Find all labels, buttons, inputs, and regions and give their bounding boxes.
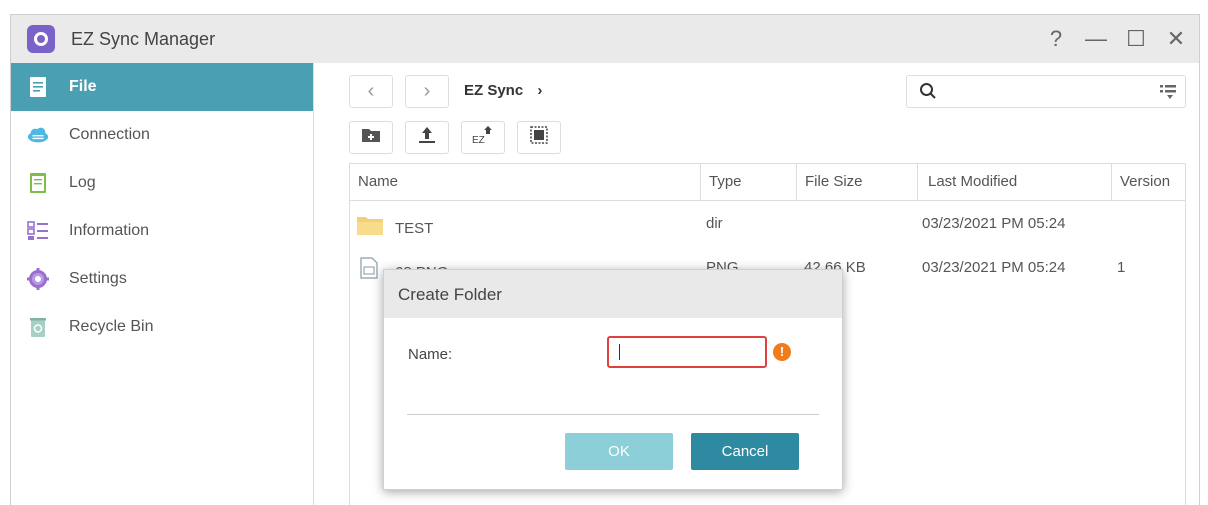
column-name[interactable]: Name	[350, 164, 701, 200]
app-logo-icon	[27, 25, 55, 53]
column-last-modified[interactable]: Last Modified	[918, 164, 1112, 200]
sidebar-item-label: Log	[69, 174, 96, 191]
sidebar-item-label: Settings	[69, 270, 127, 287]
upload-icon	[418, 126, 436, 149]
sidebar-item-label: Connection	[69, 126, 150, 143]
help-icon[interactable]: ?	[1043, 26, 1069, 52]
file-icon	[27, 76, 49, 98]
breadcrumb-path: EZ Sync	[464, 82, 524, 99]
list-icon	[27, 220, 49, 242]
ez-upload-button[interactable]: EZ	[461, 121, 505, 154]
file-modified: 03/23/2021 PM 05:24	[922, 215, 1066, 232]
breadcrumb[interactable]: EZ Sync ›	[464, 82, 542, 99]
chevron-right-icon: ›	[423, 80, 431, 102]
new-folder-button[interactable]	[349, 121, 393, 154]
ok-button[interactable]: OK	[565, 433, 673, 470]
dialog-title: Create Folder	[384, 270, 842, 318]
file-type: dir	[706, 215, 723, 232]
select-all-button[interactable]	[517, 121, 561, 154]
view-mode-icon[interactable]	[1159, 83, 1177, 106]
new-folder-icon	[361, 127, 381, 148]
minimize-icon[interactable]: —	[1083, 26, 1109, 52]
file-modified: 03/23/2021 PM 05:24	[922, 259, 1066, 276]
sidebar-item-settings[interactable]: Settings	[11, 255, 313, 303]
back-button[interactable]: ‹	[349, 75, 393, 108]
sidebar-item-label: Recycle Bin	[69, 318, 154, 335]
cancel-button[interactable]: Cancel	[691, 433, 799, 470]
column-version[interactable]: Version	[1112, 164, 1186, 200]
table-row[interactable]: TEST dir 03/23/2021 PM 05:24	[350, 201, 1185, 245]
column-type[interactable]: Type	[701, 164, 797, 200]
sidebar: File Connection Log Information Settings	[11, 63, 314, 505]
dialog-divider	[407, 414, 819, 415]
sidebar-item-log[interactable]: Log	[11, 159, 313, 207]
upload-button[interactable]	[405, 121, 449, 154]
breadcrumb-arrow-icon: ›	[537, 82, 543, 99]
text-caret	[619, 344, 620, 360]
column-file-size[interactable]: File Size	[797, 164, 918, 200]
gear-icon	[27, 268, 49, 290]
log-icon	[27, 172, 49, 194]
folder-name-label: Name:	[408, 346, 453, 363]
search-box[interactable]	[906, 75, 1186, 108]
recycle-bin-icon	[27, 316, 49, 338]
title-bar: EZ Sync Manager ? — ☐ ✕	[11, 15, 1199, 63]
cloud-icon	[27, 124, 49, 146]
sidebar-item-recycle-bin[interactable]: Recycle Bin	[11, 303, 313, 351]
sidebar-item-label: Information	[69, 222, 150, 239]
image-file-icon	[360, 257, 378, 283]
chevron-left-icon: ‹	[367, 80, 375, 102]
window-controls: ? — ☐ ✕	[1043, 15, 1189, 63]
file-name: TEST	[395, 220, 434, 237]
maximize-icon[interactable]: ☐	[1123, 26, 1149, 52]
file-version: 1	[1117, 259, 1126, 276]
table-header: Name Type File Size Last Modified Versio…	[350, 164, 1185, 201]
sidebar-item-label: File	[69, 78, 97, 95]
warning-icon: !	[773, 343, 791, 361]
sidebar-item-information[interactable]: Information	[11, 207, 313, 255]
select-all-icon	[530, 126, 548, 149]
close-icon[interactable]: ✕	[1163, 26, 1189, 52]
sidebar-item-file[interactable]: File	[11, 63, 313, 111]
sidebar-item-connection[interactable]: Connection	[11, 111, 313, 159]
folder-name-input[interactable]	[607, 336, 767, 368]
svg-text:EZ: EZ	[472, 135, 485, 145]
app-title: EZ Sync Manager	[71, 28, 216, 49]
create-folder-dialog: Create Folder Name: ! OK Cancel	[383, 269, 843, 490]
search-icon	[919, 82, 937, 105]
ez-upload-icon: EZ	[471, 125, 495, 150]
folder-icon	[356, 214, 384, 240]
forward-button[interactable]: ›	[405, 75, 449, 108]
